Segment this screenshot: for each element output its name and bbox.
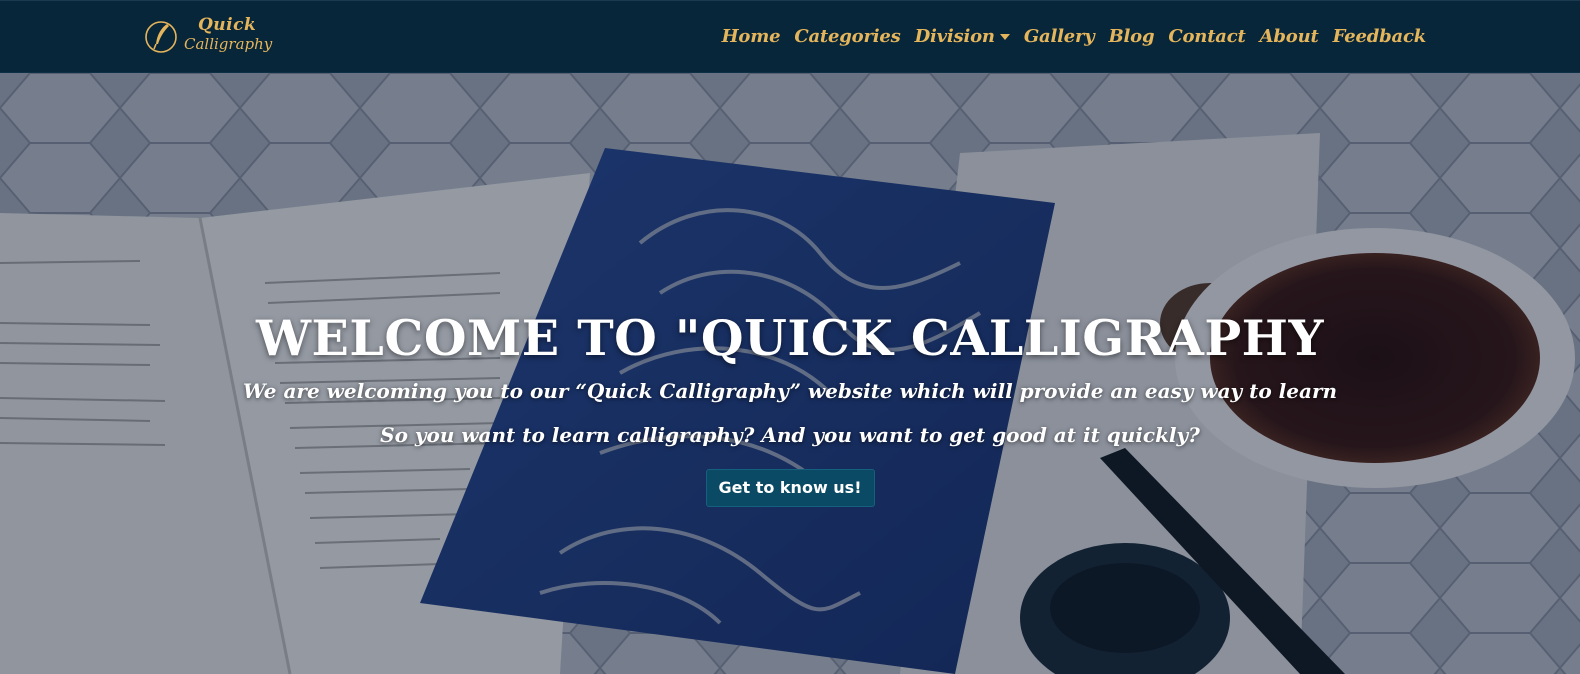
nav-menu: Home Categories Division Gallery Blog Co… [722, 23, 1427, 49]
nav-division-dropdown[interactable]: Division [915, 26, 1010, 47]
brand-name-line2: Calligraphy [184, 35, 273, 53]
nav-categories[interactable]: Categories [794, 26, 900, 47]
quill-pen-icon [145, 21, 177, 53]
nav-gallery[interactable]: Gallery [1024, 26, 1095, 47]
brand-name-line1: Quick [198, 15, 257, 35]
get-to-know-us-button[interactable]: Get to know us! [705, 469, 875, 507]
hero-content: WELCOME TO "QUICK CALLIGRAPHY We are wel… [0, 307, 1580, 507]
navbar: Quick Calligraphy Home Categories Divisi… [0, 0, 1580, 73]
hero-title: WELCOME TO "QUICK CALLIGRAPHY [256, 309, 1324, 367]
nav-division-label: Division [914, 25, 995, 47]
nav-contact[interactable]: Contact [1168, 26, 1245, 47]
hero-section: WELCOME TO "QUICK CALLIGRAPHY We are wel… [0, 73, 1580, 674]
hero-subtitle-1: We are welcoming you to our “Quick Calli… [242, 379, 1338, 403]
nav-blog[interactable]: Blog [1109, 26, 1155, 47]
hero-subtitle-2: So you want to learn calligraphy? And yo… [380, 423, 1200, 447]
brand-logo[interactable]: Quick Calligraphy [144, 15, 274, 63]
nav-feedback[interactable]: Feedback [1333, 26, 1427, 47]
caret-down-icon [999, 33, 1010, 40]
nav-home[interactable]: Home [722, 26, 781, 47]
nav-about[interactable]: About [1260, 26, 1319, 47]
